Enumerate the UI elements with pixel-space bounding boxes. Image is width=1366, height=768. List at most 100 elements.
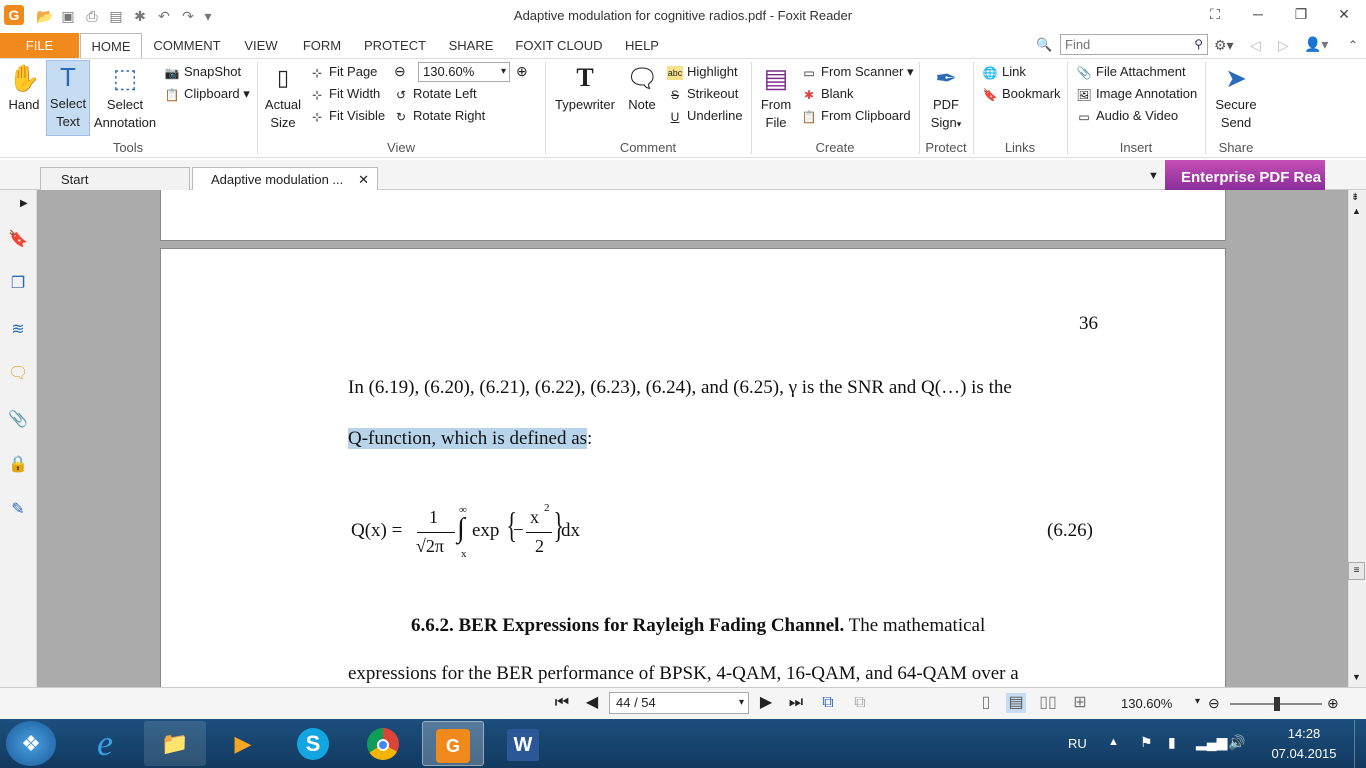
scroll-up-arrow-icon[interactable]: ▲ [1352, 206, 1361, 216]
tab-view[interactable]: VIEW [236, 33, 286, 58]
foxit-reader-taskbar-icon[interactable]: G [422, 721, 484, 766]
continuous-page-icon[interactable]: ▤ [1006, 693, 1026, 713]
show-desktop-button[interactable] [1354, 720, 1366, 768]
language-indicator[interactable]: RU [1068, 736, 1087, 751]
chrome-icon[interactable] [352, 721, 414, 766]
bookmarks-panel-icon[interactable]: 🔖 [8, 230, 28, 250]
select-annotation-button[interactable]: ⬚ Select Annotation [92, 62, 158, 132]
next-page-icon[interactable]: ▶ [756, 693, 776, 713]
select-text-button[interactable]: T Select Text [46, 60, 90, 136]
enterprise-banner[interactable]: Enterprise PDF Rea [1165, 160, 1325, 190]
clock-time[interactable]: 14:28 [1268, 726, 1340, 741]
image-annotation-button[interactable]: 🖼 Image Annotation [1076, 84, 1197, 104]
from-clipboard-button[interactable]: 📋 From Clipboard [801, 106, 911, 126]
pdf-sign-button[interactable]: ✒ PDF Sign▾ [924, 62, 968, 133]
from-file-button[interactable]: ▤ From File [757, 62, 795, 132]
back-arrow-icon[interactable]: ◁ [1250, 37, 1261, 54]
fit-page-button[interactable]: ⊹ Fit Page [309, 62, 377, 82]
zoom-select[interactable]: 130.60% ▾ [418, 62, 510, 82]
tab-protect[interactable]: PROTECT [356, 33, 434, 58]
media-player-icon[interactable]: ▶ [212, 721, 274, 766]
pages-panel-icon[interactable]: ❐ [8, 274, 28, 294]
find-input[interactable] [1061, 35, 1181, 54]
close-tab-icon[interactable]: ✕ [358, 168, 369, 192]
note-button[interactable]: 🗨 Note [622, 62, 662, 114]
scroll-thumb[interactable]: ≡ [1348, 562, 1365, 580]
actual-size-button[interactable]: ▯ Actual Size [262, 62, 304, 132]
hand-button[interactable]: ✋ Hand [4, 62, 44, 114]
device-icon[interactable]: ▮ [1168, 734, 1176, 751]
from-scanner-button[interactable]: ▭ From Scanner ▾ [801, 62, 913, 82]
facing-page-icon[interactable]: ▯▯ [1038, 693, 1058, 713]
internet-explorer-icon[interactable]: e [74, 721, 136, 766]
tab-foxit-cloud[interactable]: FOXIT CLOUD [508, 33, 610, 58]
network-signal-icon[interactable]: ▂▄▆ [1196, 734, 1227, 751]
settings-gear-icon[interactable]: ⚙▾ [1214, 37, 1234, 54]
expand-panel-icon[interactable]: ▶ [20, 198, 28, 209]
start-button[interactable]: ❖ [6, 721, 56, 766]
comments-panel-icon[interactable]: 🗨 [8, 364, 28, 384]
zoom-slider-thumb[interactable] [1274, 697, 1280, 711]
show-hidden-icons-icon[interactable]: ▲ [1108, 736, 1119, 748]
bookmark-button[interactable]: 🔖 Bookmark [982, 84, 1061, 104]
continuous-facing-icon[interactable]: ⊞ [1070, 693, 1090, 713]
security-lock-icon[interactable]: 🔒 [8, 455, 28, 475]
close-button[interactable]: ✕ [1329, 4, 1359, 24]
fit-visible-button[interactable]: ⊹ Fit Visible [309, 106, 385, 126]
strikeout-button[interactable]: S Strikeout [667, 84, 738, 104]
folder-search-icon[interactable]: 🔍 [1036, 37, 1054, 53]
word-icon[interactable]: W [492, 721, 554, 766]
link-button[interactable]: 🌐 Link [982, 62, 1026, 82]
first-page-icon[interactable]: ⏮ [552, 693, 572, 713]
tab-file[interactable]: FILE [0, 33, 79, 58]
clipboard-button[interactable]: 📋 Clipboard ▾ [164, 84, 250, 104]
zoom-in-icon[interactable]: ⊕ [516, 63, 528, 80]
attachments-panel-icon[interactable]: 📎 [8, 410, 28, 430]
document-view[interactable]: 36 In (6.19), (6.20), (6.21), (6.22), (6… [37, 190, 1348, 687]
single-page-icon[interactable]: ▯ [976, 693, 996, 713]
file-explorer-icon[interactable]: 📁 [144, 721, 206, 766]
typewriter-button[interactable]: T Typewriter [552, 62, 618, 114]
underline-button[interactable]: U Underline [667, 106, 743, 126]
tab-share[interactable]: SHARE [442, 33, 500, 58]
fullscreen-icon[interactable]: ⛶ [1200, 4, 1230, 24]
volume-icon[interactable]: 🔊 [1228, 734, 1245, 751]
snapshot-button[interactable]: 📷 SnapShot [164, 62, 242, 82]
zoom-in-icon[interactable]: ⊕ [1327, 695, 1339, 712]
split-handle-icon[interactable]: ⇟ [1351, 192, 1359, 203]
clock-date[interactable]: 07.04.2015 [1264, 746, 1344, 761]
current-page[interactable]: 36 In (6.19), (6.20), (6.21), (6.22), (6… [160, 248, 1226, 687]
tab-help[interactable]: HELP [618, 33, 666, 58]
audio-video-button[interactable]: ▭ Audio & Video [1076, 106, 1178, 126]
last-page-icon[interactable]: ⏭ [786, 693, 806, 713]
zoom-out-icon[interactable]: ⊖ [1208, 695, 1220, 712]
vertical-scrollbar[interactable] [1348, 190, 1366, 687]
forward-arrow-icon[interactable]: ▷ [1278, 37, 1289, 54]
collapse-ribbon-icon[interactable]: ⌃ [1348, 38, 1358, 52]
rotate-left-button[interactable]: ↺ Rotate Left [393, 84, 477, 104]
tab-list-dropdown-icon[interactable]: ▼ [1148, 170, 1159, 182]
previous-page-icon[interactable]: ◀ [582, 693, 602, 713]
fit-width-button[interactable]: ⊹ Fit Width [309, 84, 380, 104]
layers-panel-icon[interactable]: ≋ [8, 320, 28, 340]
tab-home[interactable]: HOME [80, 33, 142, 58]
rotate-right-button[interactable]: ↻ Rotate Right [393, 106, 485, 126]
signature-panel-icon[interactable]: ✎ [8, 500, 28, 520]
search-icon[interactable]: ⚲ [1194, 37, 1203, 51]
tab-start[interactable]: Start [40, 167, 190, 191]
next-view-icon[interactable]: ⧉ [850, 693, 870, 713]
page-number-field[interactable]: 44 / 54 ▾ [609, 692, 749, 714]
tab-form[interactable]: FORM [296, 33, 348, 58]
tab-document[interactable]: Adaptive modulation ... ✕ [192, 167, 378, 191]
previous-view-icon[interactable]: ⧉ [818, 693, 838, 713]
zoom-out-icon[interactable]: ⊖ [394, 63, 406, 80]
action-center-flag-icon[interactable]: ⚑ [1140, 734, 1153, 751]
find-field[interactable]: ⚲ [1060, 34, 1208, 55]
minimize-button[interactable]: ─ [1243, 4, 1273, 24]
blank-button[interactable]: ✱ Blank [801, 84, 854, 104]
file-attachment-button[interactable]: 📎 File Attachment [1076, 62, 1186, 82]
scroll-down-arrow-icon[interactable]: ▼ [1352, 672, 1361, 682]
zoom-level[interactable]: 130.60% [1121, 696, 1172, 711]
tab-comment[interactable]: COMMENT [148, 33, 226, 58]
skype-icon[interactable]: S [282, 721, 344, 766]
